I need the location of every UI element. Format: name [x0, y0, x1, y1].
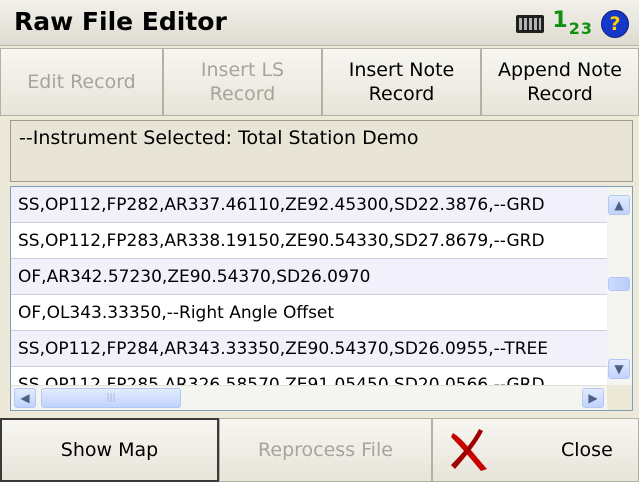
reprocess-file-label: Reprocess File — [258, 439, 393, 461]
append-note-label-line2: Record — [527, 83, 593, 105]
keyboard-icon[interactable] — [516, 15, 545, 34]
window-title: Raw File Editor — [14, 7, 227, 36]
instrument-info-box: --Instrument Selected: Total Station Dem… — [10, 120, 633, 182]
help-icon[interactable]: ? — [601, 10, 629, 39]
instrument-info-text: --Instrument Selected: Total Station Dem… — [19, 127, 419, 149]
toolbar: Edit Record Insert LS Record Insert Note R… — [0, 48, 639, 116]
title-bar: Raw File Editor 123 ? — [0, 0, 639, 46]
scroll-down-arrow-icon[interactable]: ▼ — [608, 359, 630, 379]
close-label: Close — [561, 439, 613, 461]
append-note-label-line1: Append Note — [498, 59, 622, 81]
scroll-up-arrow-icon[interactable]: ▲ — [608, 195, 630, 215]
scroll-left-arrow-icon[interactable]: ◀ — [14, 388, 36, 408]
append-note-record-button[interactable]: Append Note Record — [481, 48, 639, 116]
input-mode-icon[interactable]: 123 — [552, 8, 593, 39]
show-map-button[interactable]: Show Map — [0, 418, 219, 482]
insert-ls-record-button[interactable]: Insert LS Record — [163, 48, 322, 116]
insert-ls-label-line1: Insert LS — [200, 59, 285, 81]
list-item[interactable]: OF,AR342.57230,ZE90.54370,SD26.0970 — [11, 259, 607, 295]
system-tray: 123 ? — [516, 8, 629, 39]
horizontal-scrollbar[interactable]: ◀ ||| ▶ — [11, 385, 607, 410]
insert-note-label-line2: Record — [368, 83, 435, 105]
edit-record-button[interactable]: Edit Record — [0, 48, 163, 116]
input-mode-main: 1 — [552, 8, 569, 33]
raw-record-list[interactable]: SS,OP112,FP282,AR337.46110,ZE92.45300,SD… — [10, 186, 633, 411]
edit-record-label: Edit Record — [27, 71, 136, 93]
horizontal-scroll-thumb[interactable]: ||| — [41, 388, 181, 408]
close-button[interactable]: Close — [432, 418, 639, 482]
insert-ls-label-line2: Record — [209, 83, 276, 105]
vertical-scroll-thumb[interactable] — [608, 277, 630, 291]
scrollbar-corner — [607, 385, 632, 410]
scroll-right-arrow-icon[interactable]: ▶ — [582, 388, 604, 408]
list-item[interactable]: SS,OP112,FP283,AR338.19150,ZE90.54330,SD… — [11, 223, 607, 259]
close-x-icon — [451, 429, 487, 471]
input-mode-sub: 23 — [568, 19, 593, 39]
insert-note-label-line1: Insert Note — [348, 59, 455, 81]
list-item[interactable]: SS,OP112,FP284,AR343.33350,ZE90.54370,SD… — [11, 331, 607, 367]
list-item[interactable]: SS,OP112,FP282,AR337.46110,ZE92.45300,SD… — [11, 187, 607, 223]
list-item[interactable]: OF,OL343.33350,--Right Angle Offset — [11, 295, 607, 331]
insert-note-record-button[interactable]: Insert Note Record — [322, 48, 481, 116]
show-map-label: Show Map — [60, 439, 159, 461]
bottom-toolbar: Show Map Reprocess File Close — [0, 418, 639, 482]
vertical-scrollbar[interactable]: ▲ ▼ — [607, 187, 632, 385]
reprocess-file-button[interactable]: Reprocess File — [219, 418, 432, 482]
